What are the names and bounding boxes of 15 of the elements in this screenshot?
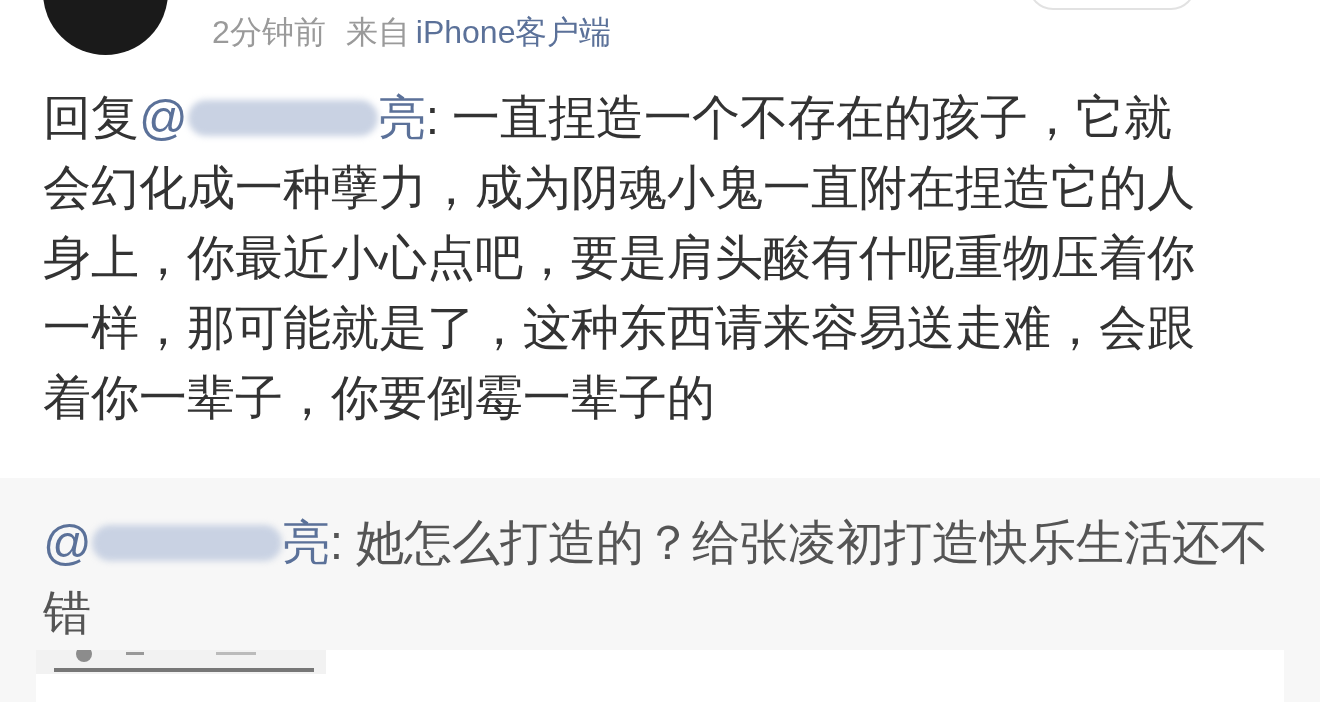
quoted-text: 错 [43, 585, 91, 641]
mention-name[interactable]: 亮 [281, 508, 330, 578]
source-label: 来自 [345, 13, 410, 52]
reply-text: 身上，你最近小心点吧，要是肩头酸有什呢重物压着你 [43, 230, 1195, 286]
reply-label: 回复 [43, 90, 139, 146]
reply-text: 会幻化成一种孽力，成为阴魂小鬼一直附在捏造它的人 [43, 160, 1195, 216]
source-link[interactable]: iPhone客户端 [415, 12, 612, 52]
mention-name[interactable]: 亮 [377, 83, 426, 153]
quoted-text: : 她怎么打造的？给张凌初打造快乐生活还不 [329, 515, 1269, 571]
mention-at[interactable]: @ [139, 83, 188, 153]
reply-text: 着你一辈子，你要倒霉一辈子的 [43, 370, 715, 426]
mention-at[interactable]: @ [43, 508, 92, 578]
post-time: 2分钟前 [212, 13, 326, 52]
reply-text: : 一直捏造一个不存在的孩子，它就 [425, 90, 1173, 146]
reply-text: 一样，那可能就是了，这种东西请来容易送走难，会跟 [43, 300, 1195, 356]
